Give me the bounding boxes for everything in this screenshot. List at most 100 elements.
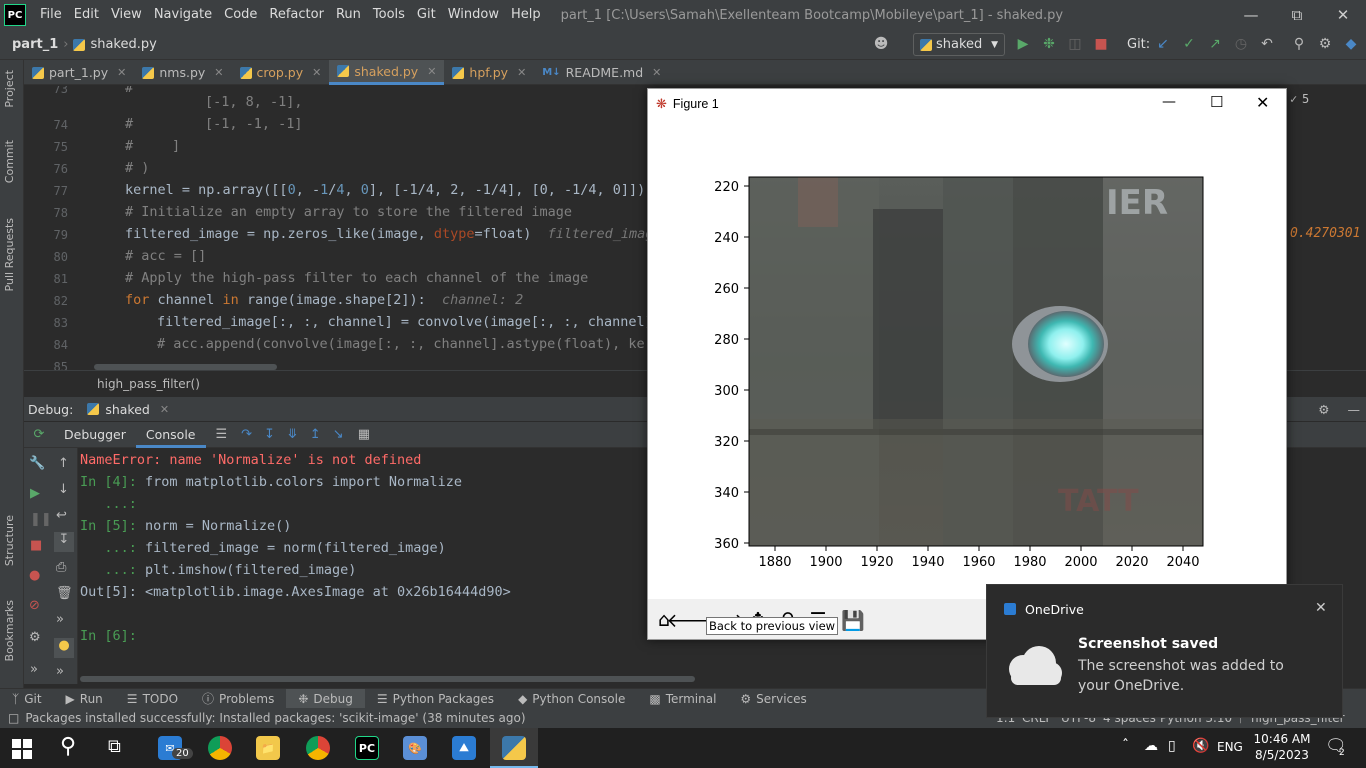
tool-terminal[interactable]: ▩ Terminal (637, 689, 728, 709)
search-icon[interactable]: ⚲ (1290, 35, 1308, 53)
pull-requests-tool-button[interactable]: Pull Requests (3, 218, 16, 291)
menu-refactor[interactable]: Refactor (263, 0, 330, 30)
pause-icon[interactable]: ❚❚ (30, 512, 52, 527)
scroll-to-end-icon[interactable]: ↧ (54, 532, 74, 552)
onedrive-tray-icon[interactable]: ☁ (1144, 738, 1158, 754)
close-tab-icon[interactable]: ✕ (312, 66, 321, 79)
soft-wrap-icon[interactable]: ↩ (56, 508, 67, 523)
menu-window[interactable]: Window (442, 0, 505, 30)
debug-icon[interactable]: ❉ (1040, 35, 1058, 53)
more-icon[interactable]: » (30, 662, 38, 677)
pycharm-icon[interactable]: PC (355, 736, 379, 760)
settings-icon[interactable]: ⚙ (29, 630, 41, 645)
clock[interactable]: 10:46 AM 8/5/2023 (1250, 731, 1314, 763)
menu-navigate[interactable]: Navigate (148, 0, 218, 30)
menu-edit[interactable]: Edit (68, 0, 105, 30)
file-explorer-icon[interactable]: 📁 (256, 736, 280, 760)
tab-debugger[interactable]: Debugger (54, 422, 136, 448)
wrench-icon[interactable]: 🔧 (29, 456, 45, 471)
tab-readme[interactable]: M↓ README.md ✕ (534, 60, 669, 85)
menu-git[interactable]: Git (411, 0, 442, 30)
menu-help[interactable]: Help (505, 0, 547, 30)
debug-session-tab[interactable]: shaked (105, 402, 150, 417)
close-icon[interactable]: ✕ (1320, 0, 1366, 30)
rollback-icon[interactable]: ↶ (1258, 35, 1276, 53)
rerun-icon[interactable]: ⟳ (24, 427, 54, 442)
tab-part-1[interactable]: part_1.py ✕ (24, 60, 134, 85)
mute-breakpoints-icon[interactable]: ⊘ (29, 598, 40, 613)
hide-panel-icon[interactable]: — (1348, 402, 1361, 417)
project-tool-button[interactable]: Project (3, 70, 16, 108)
git-update-icon[interactable]: ↙ (1154, 35, 1172, 53)
tool-services[interactable]: ⚙ Services (728, 689, 818, 709)
scroll-down-icon[interactable]: ↓ (58, 482, 69, 497)
task-view-icon[interactable]: ⧉ (108, 736, 121, 757)
breadcrumb-project[interactable]: part_1 (12, 37, 58, 52)
step-into-icon[interactable]: ↧ (264, 427, 275, 442)
close-session-icon[interactable]: ✕ (160, 403, 169, 416)
tool-git[interactable]: ᛉ Git (0, 689, 54, 709)
tool-run[interactable]: ▶ Run (54, 689, 115, 709)
tool-todo[interactable]: ☰ TODO (115, 689, 190, 709)
close-tab-icon[interactable]: ✕ (117, 66, 126, 79)
tool-problems[interactable]: ⓘ Problems (190, 689, 286, 709)
photos-icon[interactable]: ⛰ (452, 736, 476, 760)
maximize-icon[interactable]: ☐ (1210, 93, 1223, 111)
close-tab-icon[interactable]: ✕ (652, 66, 661, 79)
tool-python-packages[interactable]: ☰ Python Packages (365, 689, 506, 709)
close-tab-icon[interactable]: ✕ (517, 66, 526, 79)
coverage-icon[interactable]: ◫ (1066, 35, 1084, 53)
git-commit-icon[interactable]: ✓ (1180, 35, 1198, 53)
jetbrains-toolbox-icon[interactable]: ◆ (1342, 35, 1360, 53)
bookmarks-tool-button[interactable]: Bookmarks (3, 600, 16, 661)
breadcrumb-file[interactable]: shaked.py (90, 37, 156, 52)
history-icon[interactable]: ◷ (1232, 35, 1250, 53)
user-icon[interactable]: ☻ (870, 35, 892, 53)
tab-hpf[interactable]: hpf.py ✕ (444, 60, 534, 85)
menu-view[interactable]: View (105, 0, 148, 30)
tool-debug[interactable]: ❉ Debug (286, 688, 365, 709)
minimize-icon[interactable]: — (1162, 94, 1176, 110)
paint-icon[interactable]: 🎨 (403, 736, 427, 760)
close-icon[interactable]: ✕ (1256, 93, 1269, 112)
figure-canvas[interactable]: IER TATT 220 240 260 280 300 320 340 360 1880 19… (648, 119, 1286, 599)
volume-icon[interactable]: 🔇 (1192, 738, 1209, 754)
scroll-up-icon[interactable]: ↑ (58, 456, 69, 471)
tool-python-console[interactable]: ◆ Python Console (506, 689, 637, 709)
restore-icon[interactable]: ⧉ (1274, 0, 1320, 30)
menu-run[interactable]: Run (330, 0, 367, 30)
tab-crop[interactable]: crop.py ✕ (232, 60, 330, 85)
warnings-check-icon[interactable]: ✓ (1290, 92, 1297, 106)
battery-icon[interactable]: ▯ (1168, 738, 1176, 754)
minimize-icon[interactable]: — (1228, 0, 1274, 30)
view-breakpoints-icon[interactable]: ● (29, 568, 40, 583)
stop-icon[interactable]: ■ (30, 538, 42, 553)
chrome-icon[interactable] (208, 736, 232, 760)
step-out-icon[interactable]: ↥ (310, 427, 321, 442)
taskbar-active-app[interactable] (490, 728, 538, 768)
menu-file[interactable]: File (34, 0, 68, 30)
windows-start-icon[interactable] (12, 739, 32, 759)
menu-code[interactable]: Code (218, 0, 263, 30)
close-icon[interactable]: ✕ (1315, 600, 1327, 616)
menu-tools[interactable]: Tools (367, 0, 411, 30)
chevron-up-icon[interactable]: ˆ (1122, 738, 1129, 754)
onedrive-notification[interactable]: OneDrive ✕ Screenshot saved The screensh… (986, 584, 1343, 718)
evaluate-expression-icon[interactable]: ▦ (358, 427, 370, 442)
search-icon[interactable]: ⚲ (60, 734, 76, 759)
resume-icon[interactable]: ▶ (30, 486, 40, 501)
tab-shaked[interactable]: shaked.py ✕ (329, 60, 445, 85)
save-icon[interactable]: 💾 (841, 609, 865, 632)
tab-console[interactable]: Console (135, 422, 206, 448)
git-push-icon[interactable]: ↗ (1206, 35, 1224, 53)
tab-nms[interactable]: nms.py ✕ (134, 60, 231, 85)
structure-tool-button[interactable]: Structure (3, 515, 16, 566)
more-icon[interactable]: » (56, 612, 64, 627)
trash-icon[interactable]: 🗑 (56, 586, 73, 601)
status-message[interactable]: Packages installed successfully: Install… (25, 711, 525, 725)
print-icon[interactable]: ⎙ (56, 560, 66, 575)
language-indicator[interactable]: ENG (1217, 740, 1243, 754)
python-console-icon[interactable]: ● (54, 638, 74, 658)
settings-icon[interactable]: ⚙ (1318, 402, 1329, 417)
settings-icon[interactable]: ⚙ (1316, 35, 1334, 53)
